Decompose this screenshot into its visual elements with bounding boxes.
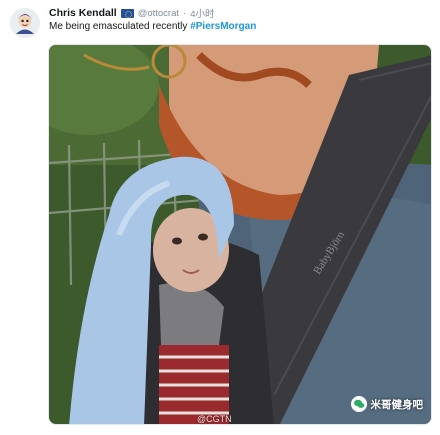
photo-watermark: @CGTN — [197, 414, 232, 424]
eu-flag-icon — [120, 8, 134, 18]
tweet-text: Me being emasculated recently #PiersMorg… — [49, 21, 256, 32]
cartoon-avatar-icon — [10, 8, 40, 38]
tweet-timestamp[interactable]: 4小时 — [190, 6, 214, 20]
wechat-watermark-badge: 米哥健身吧 — [350, 394, 424, 414]
badge-text: 米哥健身吧 — [370, 398, 424, 411]
tweet-text-body: Me being emasculated recently — [49, 21, 191, 32]
author-name[interactable]: Chris Kendall — [49, 7, 117, 19]
tweet-photo[interactable]: BabyBjörn 米哥健身吧 — [48, 44, 432, 425]
author-handle[interactable]: @ottocrat — [138, 8, 179, 19]
father-baby-photo: BabyBjörn — [49, 45, 431, 424]
hashtag-link[interactable]: #PiersMorgan — [190, 21, 256, 32]
meta-separator: · — [183, 7, 187, 19]
tweet-card: Chris Kendall @ottocrat · 4小时 Me being e… — [0, 0, 440, 435]
author-avatar[interactable] — [10, 8, 40, 38]
wechat-icon — [350, 396, 367, 412]
tweet-header: Chris Kendall @ottocrat · 4小时 — [49, 6, 214, 20]
